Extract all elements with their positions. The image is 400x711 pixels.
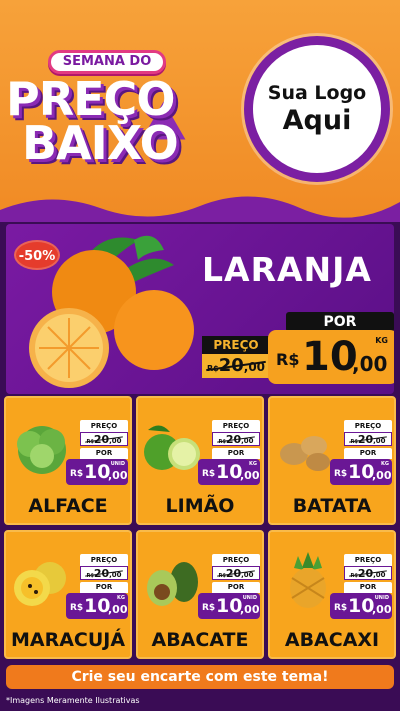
header-banner: SEMANA DO PREÇO BAIXO Sua Logo Aqui: [0, 0, 400, 222]
product-card-limao: PREÇO R$20,00 POR R$10,00 KG LIMÃO: [136, 396, 264, 525]
product-card-abacaxi: PREÇO R$20,00 POR R$10,00 UNID ABACAXI: [268, 530, 396, 659]
new-price-cents: ,00: [372, 603, 392, 616]
new-price-currency: R$: [70, 469, 84, 479]
cta-banner[interactable]: Crie seu encarte com este tema!: [6, 665, 394, 689]
product-name: ABACAXI: [284, 629, 380, 651]
logo-text-line1: Sua Logo: [267, 82, 367, 104]
new-price-cents: ,00: [240, 469, 260, 482]
new-price-integer: 10: [84, 461, 111, 483]
new-price-cents: ,00: [352, 352, 388, 376]
product-name: ALFACE: [28, 495, 108, 517]
old-price-label: PREÇO: [212, 420, 260, 432]
product-card-maracuja: PREÇO R$20,00 POR R$10,00 KG MARACUJÁ: [4, 530, 132, 659]
new-price: R$ 10,00 UNID: [198, 593, 260, 619]
logo-text-line2: Aqui: [282, 105, 352, 136]
disclaimer-text: *Imagens Meramente Ilustrativas: [6, 696, 140, 705]
product-name: ABACATE: [151, 629, 249, 651]
new-price-label: POR: [286, 312, 394, 332]
new-price-cents: ,00: [240, 603, 260, 616]
old-price: R$20,00: [80, 566, 128, 580]
new-price-label: POR: [80, 582, 128, 593]
new-price-integer: 10: [216, 595, 243, 617]
new-price-label: POR: [80, 448, 128, 459]
old-price: R$20,00: [202, 354, 270, 378]
new-price-currency: R$: [334, 603, 348, 613]
new-price-integer: 10: [348, 461, 375, 483]
old-price: R$20,00: [212, 432, 260, 446]
new-price: R$ 10,00 UNID: [66, 459, 128, 485]
new-price-integer: 10: [348, 595, 375, 617]
new-price-label: POR: [344, 448, 392, 459]
new-price-currency: R$: [202, 469, 216, 479]
new-price-label: POR: [212, 582, 260, 593]
old-price-label: PREÇO: [80, 554, 128, 566]
price-unit: KG: [375, 336, 388, 345]
new-price: R$ 10,00 KG: [66, 593, 128, 619]
new-price-label: POR: [344, 582, 392, 593]
price-unit: KG: [249, 461, 257, 467]
hero-product: -50% LARANJA PREÇO R$20,00 POR R$ 10 ,00…: [6, 224, 394, 394]
new-price-cents: ,00: [108, 469, 128, 482]
brand-tag: SEMANA DO: [48, 50, 166, 74]
new-price-cents: ,00: [372, 469, 392, 482]
old-price-label: PREÇO: [344, 420, 392, 432]
new-price-currency: R$: [202, 603, 216, 613]
new-price-currency: R$: [334, 469, 348, 479]
old-price: R$20,00: [80, 432, 128, 446]
old-price: R$20,00: [212, 566, 260, 580]
price-unit: UNID: [110, 461, 125, 467]
logo-placeholder: Sua Logo Aqui: [244, 36, 390, 182]
new-price-currency: R$: [276, 350, 300, 369]
old-price: R$20,00: [344, 566, 392, 580]
product-name: LIMÃO: [165, 495, 235, 517]
product-card-abacate: PREÇO R$20,00 POR R$10,00 UNID ABACATE: [136, 530, 264, 659]
old-price-label: PREÇO: [80, 420, 128, 432]
new-price: R$ 10,00 KG: [330, 459, 392, 485]
discount-badge: -50%: [14, 240, 60, 270]
product-card-alface: PREÇO R$20,00 POR R$10,00 UNID ALFACE: [4, 396, 132, 525]
product-name: BATATA: [292, 495, 372, 517]
price-unit: KG: [117, 595, 125, 601]
price-unit: UNID: [374, 595, 389, 601]
old-price-label: PREÇO: [202, 336, 270, 354]
new-price-integer: 10: [216, 461, 243, 483]
new-price-label: POR: [212, 448, 260, 459]
old-price-label: PREÇO: [212, 554, 260, 566]
old-price-label: PREÇO: [344, 554, 392, 566]
price-unit: KG: [381, 461, 389, 467]
new-price-cents: ,00: [108, 603, 128, 616]
new-price-integer: 10: [302, 334, 358, 380]
brand-title-line2: BAIXO: [22, 116, 179, 170]
new-price: R$ 10,00 KG: [198, 459, 260, 485]
product-name: MARACUJÁ: [10, 629, 126, 651]
price-unit: UNID: [242, 595, 257, 601]
new-price-currency: R$: [70, 603, 84, 613]
hero-product-name: LARANJA: [202, 250, 372, 289]
new-price-integer: 10: [84, 595, 111, 617]
wave-divider: [0, 196, 400, 222]
new-price: R$ 10,00 UNID: [330, 593, 392, 619]
old-price: R$20,00: [344, 432, 392, 446]
new-price: R$ 10 ,00 KG: [268, 330, 394, 384]
product-card-batata: PREÇO R$20,00 POR R$10,00 KG BATATA: [268, 396, 396, 525]
